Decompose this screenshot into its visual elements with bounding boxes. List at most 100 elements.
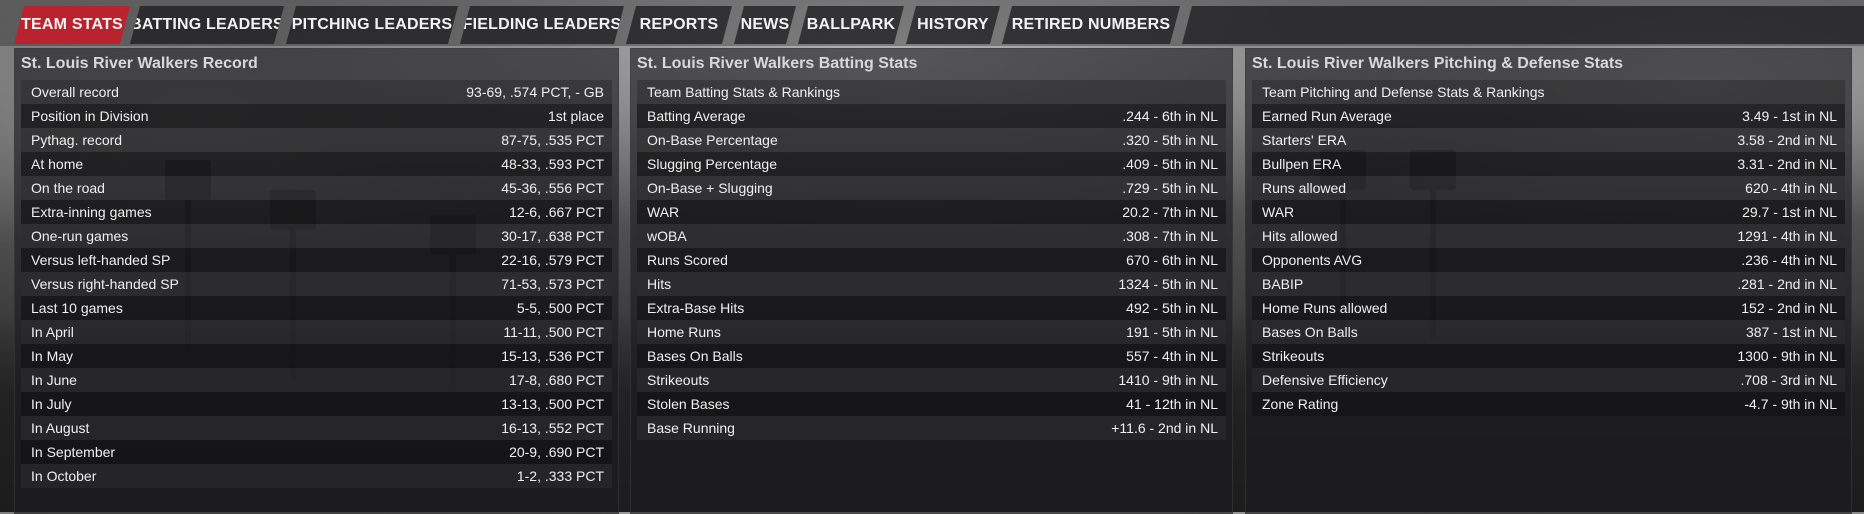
stat-value: 20.2 - 7th in NL [1122,204,1218,220]
stat-value: 48-33, .593 PCT [501,156,604,172]
stat-row: Last 10 games 5-5, .500 PCT [21,296,612,320]
tab-news[interactable]: NEWS [734,6,796,44]
tab-ballpark[interactable]: BALLPARK [798,6,904,44]
stat-label: Bases On Balls [1262,324,1358,340]
stat-row: Bases On Balls 557 - 4th in NL [637,344,1226,368]
tab-fielding-leaders[interactable]: FIELDING LEADERS [460,6,624,44]
section-header-label: Team Batting Stats & Rankings [647,84,840,100]
tab-pitching-leaders[interactable]: PITCHING LEADERS [286,6,458,44]
stat-value: 13-13, .500 PCT [501,396,604,412]
stat-row: In October 1-2, .333 PCT [21,464,612,488]
stat-row: Hits allowed 1291 - 4th in NL [1252,224,1845,248]
stat-label: Home Runs [647,324,721,340]
tab-bar: TEAM STATS BATTING LEADERS PITCHING LEAD… [0,0,1864,46]
stat-label: Base Running [647,420,735,436]
stat-value: 16-13, .552 PCT [501,420,604,436]
stat-label: Pythag. record [31,132,123,148]
stat-value: 1300 - 9th in NL [1737,348,1837,364]
stat-value: 5-5, .500 PCT [516,300,604,316]
stat-row: BABIP .281 - 2nd in NL [1252,272,1845,296]
stat-value: .708 - 3rd in NL [1740,372,1838,388]
stat-row: wOBA .308 - 7th in NL [637,224,1226,248]
stat-label: Slugging Percentage [647,156,777,172]
stat-label: Home Runs allowed [1262,300,1388,316]
stat-value: 71-53, .573 PCT [501,276,604,292]
stat-row: Pythag. record 87-75, .535 PCT [21,128,612,152]
stat-label: Strikeouts [1262,348,1325,364]
tab-reports[interactable]: REPORTS [626,6,732,44]
stat-label: Stolen Bases [647,396,730,412]
stat-label: wOBA [647,228,687,244]
stat-row: Earned Run Average 3.49 - 1st in NL [1252,104,1845,128]
stat-label: Position in Division [31,108,149,124]
stat-row: Opponents AVG .236 - 4th in NL [1252,248,1845,272]
stat-row: In August 16-13, .552 PCT [21,416,612,440]
stat-label: In September [31,444,116,460]
stat-row: Extra-inning games 12-6, .667 PCT [21,200,612,224]
stat-value: 152 - 2nd in NL [1741,300,1837,316]
stat-label: On the road [31,180,105,196]
stat-row: Zone Rating -4.7 - 9th in NL [1252,392,1845,416]
stat-label: In June [31,372,77,388]
stat-label: In April [31,324,74,340]
stat-row: Defensive Efficiency .708 - 3rd in NL [1252,368,1845,392]
stat-row: Runs allowed 620 - 4th in NL [1252,176,1845,200]
tab-retired-numbers[interactable]: RETIRED NUMBERS [1002,6,1180,44]
stat-value: 620 - 4th in NL [1745,180,1837,196]
stat-value: 191 - 5th in NL [1126,324,1218,340]
stat-row: Hits 1324 - 5th in NL [637,272,1226,296]
stat-label: Opponents AVG [1262,252,1363,268]
stat-label: In October [31,468,97,484]
stat-value: 30-17, .638 PCT [501,228,604,244]
tab-batting-leaders[interactable]: BATTING LEADERS [130,6,284,44]
stat-label: Bullpen ERA [1262,156,1342,172]
pitching-panel-title: St. Louis River Walkers Pitching & Defen… [1252,55,1624,72]
stat-value: .244 - 6th in NL [1122,108,1218,124]
stat-value: 11-11, .500 PCT [503,324,604,340]
stat-label: Hits [647,276,672,292]
stat-row: Bullpen ERA 3.31 - 2nd in NL [1252,152,1845,176]
stat-row: WAR 20.2 - 7th in NL [637,200,1226,224]
batting-panel: St. Louis River Walkers Batting Stats Te… [630,48,1233,514]
section-header: Team Pitching and Defense Stats & Rankin… [1252,80,1845,104]
stat-label: Extra-Base Hits [647,300,745,316]
stat-value: .729 - 5th in NL [1122,180,1218,196]
stat-value: 20-9, .690 PCT [509,444,604,460]
stat-value: 29.7 - 1st in NL [1742,204,1837,220]
stat-value: .409 - 5th in NL [1122,156,1218,172]
stat-label: Strikeouts [647,372,710,388]
stat-label: WAR [1262,204,1295,220]
stat-value: 557 - 4th in NL [1126,348,1218,364]
pitching-list: Team Pitching and Defense Stats & Rankin… [1252,80,1845,416]
batting-panel-title: St. Louis River Walkers Batting Stats [637,55,918,72]
stat-value: 41 - 12th in NL [1126,396,1218,412]
stat-value: 93-69, .574 PCT, - GB [466,84,604,100]
record-list: Overall record 93-69, .574 PCT, - GB Posit… [21,80,612,488]
stat-value: 17-8, .680 PCT [509,372,604,388]
stat-row: Versus right-handed SP 71-53, .573 PCT [21,272,612,296]
record-panel: St. Louis River Walkers Record Overall r… [14,48,619,514]
stat-value: 87-75, .535 PCT [501,132,604,148]
stat-label: Batting Average [647,108,746,124]
stat-label: Versus right-handed SP [31,276,179,292]
stat-label: Bases On Balls [647,348,743,364]
stat-value: 12-6, .667 PCT [509,204,604,220]
pitching-panel: St. Louis River Walkers Pitching & Defen… [1245,48,1852,514]
stat-row: On-Base + Slugging .729 - 5th in NL [637,176,1226,200]
stat-value: .236 - 4th in NL [1741,252,1837,268]
stat-value: 15-13, .536 PCT [501,348,604,364]
stat-value: 1-2, .333 PCT [516,468,604,484]
stat-row: Slugging Percentage .409 - 5th in NL [637,152,1226,176]
stat-row: On-Base Percentage .320 - 5th in NL [637,128,1226,152]
tab-team-stats[interactable]: TEAM STATS [14,6,130,44]
tab-history[interactable]: HISTORY [906,6,1000,44]
stat-label: In May [31,348,74,364]
stat-row: Versus left-handed SP 22-16, .579 PCT [21,248,612,272]
stat-row: On the road 45-36, .556 PCT [21,176,612,200]
stat-value: 3.31 - 2nd in NL [1737,156,1837,172]
stat-row: Extra-Base Hits 492 - 5th in NL [637,296,1226,320]
stat-value: 1291 - 4th in NL [1737,228,1837,244]
stat-label: Earned Run Average [1262,108,1392,124]
stat-row: WAR 29.7 - 1st in NL [1252,200,1845,224]
section-header-label: Team Pitching and Defense Stats & Rankin… [1262,84,1545,100]
